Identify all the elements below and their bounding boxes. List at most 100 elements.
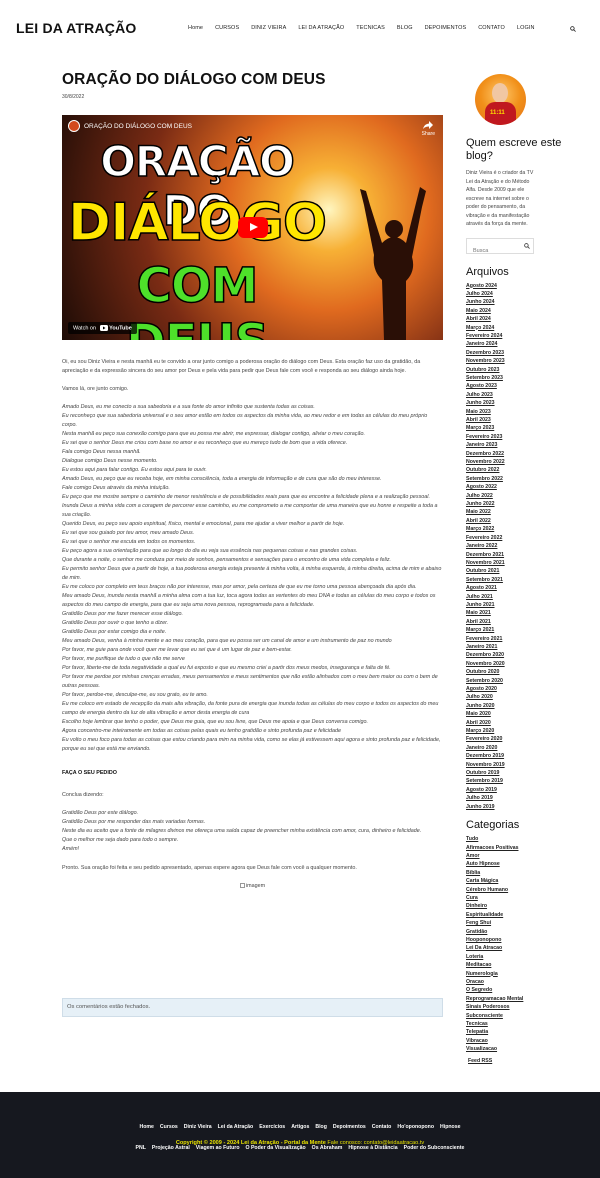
- nav-item-contato[interactable]: CONTATO: [478, 25, 505, 31]
- footer-link-lei-da-atracao[interactable]: Lei da Atração: [218, 1124, 254, 1130]
- archive-link[interactable]: Março 2022: [466, 525, 586, 533]
- feed-rss-link[interactable]: Feed RSS: [468, 1058, 586, 1064]
- category-link-sinais-poderosos[interactable]: Sinais Poderosos: [466, 1003, 586, 1011]
- watch-on-youtube-button[interactable]: Watch on YouTube: [68, 321, 137, 334]
- category-link-subconsciente[interactable]: Subconsciente: [466, 1012, 586, 1020]
- archive-link[interactable]: Abril 2024: [466, 315, 586, 323]
- category-link-amor[interactable]: Amor: [466, 852, 586, 860]
- nav-item-blog[interactable]: BLOG: [397, 25, 413, 31]
- archive-link[interactable]: Julho 2022: [466, 492, 586, 500]
- archive-link[interactable]: Fevereiro 2023: [466, 433, 586, 441]
- archive-link[interactable]: Novembro 2020: [466, 660, 586, 668]
- category-link-cerebro-humano[interactable]: Cérebro Humano: [466, 886, 586, 894]
- category-link-biblia[interactable]: Bíblia: [466, 869, 586, 877]
- archive-link[interactable]: Novembro 2021: [466, 559, 586, 567]
- nav-item-home[interactable]: Home: [188, 25, 203, 31]
- archive-link[interactable]: Junho 2022: [466, 500, 586, 508]
- category-link-vibracao[interactable]: Vibracao: [466, 1037, 586, 1045]
- category-link-auto-hipnose[interactable]: Auto Hipnose: [466, 860, 586, 868]
- archive-link[interactable]: Dezembro 2020: [466, 651, 586, 659]
- archive-link[interactable]: Agosto 2021: [466, 584, 586, 592]
- category-link-loteria[interactable]: Loteria: [466, 953, 586, 961]
- footer-link-hipnose[interactable]: Hipnose: [440, 1124, 460, 1130]
- archive-link[interactable]: Abril 2021: [466, 618, 586, 626]
- archive-link[interactable]: Abril 2022: [466, 517, 586, 525]
- category-link-o-segredo[interactable]: O Segredo: [466, 986, 586, 994]
- archive-link[interactable]: Dezembro 2022: [466, 450, 586, 458]
- archive-link[interactable]: Fevereiro 2021: [466, 635, 586, 643]
- archive-link[interactable]: Abril 2020: [466, 719, 586, 727]
- category-link-meditacao[interactable]: Meditacao: [466, 961, 586, 969]
- archive-link[interactable]: Fevereiro 2024: [466, 332, 586, 340]
- archive-link[interactable]: Maio 2020: [466, 710, 586, 718]
- archive-link[interactable]: Março 2020: [466, 727, 586, 735]
- archive-link[interactable]: Junho 2020: [466, 702, 586, 710]
- nav-item-cursos[interactable]: CURSOS: [215, 25, 239, 31]
- sidebar-search-input[interactable]: [467, 243, 521, 258]
- archive-link[interactable]: Junho 2023: [466, 399, 586, 407]
- category-link-reprogramacao-mental[interactable]: Reprogramacao Mental: [466, 995, 586, 1003]
- archive-link[interactable]: Julho 2023: [466, 391, 586, 399]
- category-link-visualizacao[interactable]: Visualizacao: [466, 1045, 586, 1053]
- footer-link-blog[interactable]: Blog: [315, 1124, 327, 1130]
- footer-link-diniz-vieira[interactable]: Diniz Vieira: [184, 1124, 212, 1130]
- archive-link[interactable]: Setembro 2019: [466, 777, 586, 785]
- archive-link[interactable]: Novembro 2022: [466, 458, 586, 466]
- footer-link-exercicios[interactable]: Exercícios: [259, 1124, 285, 1130]
- nav-item-depoimentos[interactable]: DEPOIMENTOS: [425, 25, 467, 31]
- archive-link[interactable]: Março 2021: [466, 626, 586, 634]
- category-link-tudo[interactable]: Tudo: [466, 835, 586, 843]
- archive-link[interactable]: Outubro 2023: [466, 366, 586, 374]
- archive-link[interactable]: Outubro 2022: [466, 466, 586, 474]
- archive-link[interactable]: Janeiro 2021: [466, 643, 586, 651]
- archive-link[interactable]: Maio 2023: [466, 408, 586, 416]
- category-link-gratidao[interactable]: Gratidão: [466, 928, 586, 936]
- play-button[interactable]: [238, 217, 268, 238]
- archive-link[interactable]: Agosto 2023: [466, 382, 586, 390]
- search-icon[interactable]: [524, 242, 530, 249]
- footer-link-home[interactable]: Home: [140, 1124, 154, 1130]
- archive-link[interactable]: Maio 2024: [466, 307, 586, 315]
- archive-link[interactable]: Novembro 2019: [466, 761, 586, 769]
- archive-link[interactable]: Setembro 2022: [466, 475, 586, 483]
- nav-item-tecnicas[interactable]: TECNICAS: [356, 25, 385, 31]
- archive-link[interactable]: Setembro 2021: [466, 576, 586, 584]
- youtube-video-embed[interactable]: ORAÇÃO DO DIÁLOGO COM DEUS ORAÇÃO DO DIÁ…: [62, 115, 443, 340]
- archive-link[interactable]: Janeiro 2023: [466, 441, 586, 449]
- archive-link[interactable]: Novembro 2023: [466, 357, 586, 365]
- category-link-dinheiro[interactable]: Dinheiro: [466, 902, 586, 910]
- archive-link[interactable]: Setembro 2020: [466, 677, 586, 685]
- archive-link[interactable]: Outubro 2020: [466, 668, 586, 676]
- archive-link[interactable]: Julho 2024: [466, 290, 586, 298]
- archive-link[interactable]: Fevereiro 2020: [466, 735, 586, 743]
- category-link-espiritualidade[interactable]: Espiritualidade: [466, 911, 586, 919]
- contact-text[interactable]: Fale conosco: contato@leidaatracao.tv: [327, 1140, 424, 1146]
- category-link-afirmacoes-positivas[interactable]: Afirmacoes Positivas: [466, 844, 586, 852]
- archive-link[interactable]: Setembro 2023: [466, 374, 586, 382]
- archive-link[interactable]: Outubro 2019: [466, 769, 586, 777]
- category-link-lei-da-atracao[interactable]: Lei Da Atracao: [466, 944, 586, 952]
- archive-link[interactable]: Outubro 2021: [466, 567, 586, 575]
- archive-link[interactable]: Dezembro 2019: [466, 752, 586, 760]
- archive-link[interactable]: Junho 2024: [466, 298, 586, 306]
- archive-link[interactable]: Março 2024: [466, 324, 586, 332]
- archive-link[interactable]: Abril 2023: [466, 416, 586, 424]
- footer-link-cursos[interactable]: Cursos: [160, 1124, 178, 1130]
- footer-link-ho-oponopono[interactable]: Ho'oponopono: [397, 1124, 434, 1130]
- archive-link[interactable]: Junho 2019: [466, 803, 586, 811]
- archive-link[interactable]: Maio 2022: [466, 508, 586, 516]
- archive-link[interactable]: Março 2023: [466, 424, 586, 432]
- archive-link[interactable]: Janeiro 2020: [466, 744, 586, 752]
- archive-link[interactable]: Julho 2021: [466, 593, 586, 601]
- footer-link-depoimentos[interactable]: Depoimentos: [333, 1124, 366, 1130]
- archive-link[interactable]: Fevereiro 2022: [466, 534, 586, 542]
- nav-item-lei-da-atracao[interactable]: LEI DA ATRAÇÃO: [298, 25, 344, 31]
- search-icon[interactable]: [570, 26, 576, 32]
- archive-link[interactable]: Julho 2020: [466, 693, 586, 701]
- archive-link[interactable]: Janeiro 2024: [466, 340, 586, 348]
- nav-item-diniz-vieira[interactable]: DINIZ VIEIRA: [251, 25, 286, 31]
- category-link-tecnicas[interactable]: Tecnicas: [466, 1020, 586, 1028]
- footer-link-artigos[interactable]: Artigos: [291, 1124, 309, 1130]
- archive-link[interactable]: Dezembro 2021: [466, 551, 586, 559]
- archive-link[interactable]: Maio 2021: [466, 609, 586, 617]
